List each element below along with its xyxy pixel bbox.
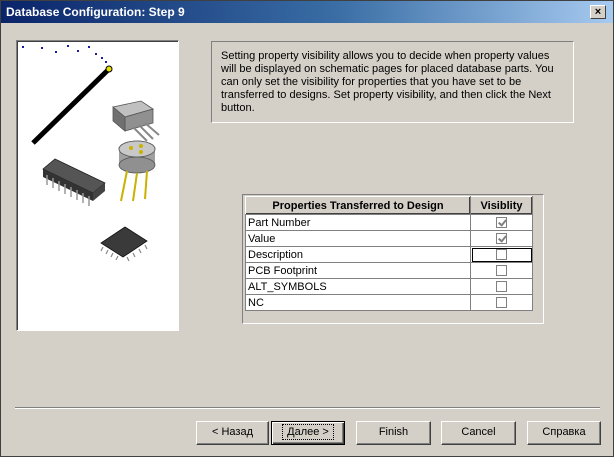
help-button-label: Справка [542, 426, 586, 438]
electronic-components-image [22, 45, 160, 262]
table-row[interactable]: NC [245, 294, 533, 311]
visibility-cell[interactable] [470, 262, 533, 279]
next-button-label: Далее > [282, 424, 334, 440]
checkbox-icon[interactable] [496, 265, 507, 277]
table-row[interactable]: ALT_SYMBOLS [245, 278, 533, 295]
property-name: NC [245, 294, 471, 311]
cancel-button[interactable]: Cancel [441, 421, 516, 445]
visibility-cell [470, 230, 533, 247]
back-button[interactable]: < Назад [196, 421, 269, 445]
visibility-cell[interactable] [470, 246, 533, 263]
help-button[interactable]: Справка [527, 421, 601, 445]
property-name: Part Number [245, 214, 471, 231]
checkbox-icon [496, 233, 507, 245]
visibility-cell[interactable] [470, 278, 533, 295]
back-button-label: < Назад [212, 426, 253, 438]
wizard-illustration [16, 40, 179, 331]
property-name: Value [245, 230, 471, 247]
checkbox-icon [496, 217, 507, 229]
finish-button-label: Finish [378, 426, 409, 438]
cancel-button-label: Cancel [461, 426, 496, 438]
table-row[interactable]: Description [245, 246, 533, 263]
finish-button[interactable]: Finish [356, 421, 431, 445]
visibility-cell [470, 214, 533, 231]
property-name: ALT_SYMBOLS [245, 278, 471, 295]
header-properties[interactable]: Properties Transferred to Design [245, 196, 471, 215]
wizard-window: Database Configuration: Step 9 × Setting… [0, 0, 614, 457]
checkbox-icon[interactable] [496, 281, 507, 293]
close-button[interactable]: × [590, 5, 606, 19]
table-row[interactable]: Part Number [245, 214, 533, 231]
close-icon: × [594, 6, 602, 18]
window-title: Database Configuration: Step 9 [6, 5, 185, 19]
property-name: PCB Footprint [245, 262, 471, 279]
info-box: Setting property visibility allows you t… [211, 41, 574, 123]
table-row[interactable]: PCB Footprint [245, 262, 533, 279]
title-bar[interactable]: Database Configuration: Step 9 × [1, 1, 613, 23]
properties-table: Properties Transferred to Design Visibli… [245, 196, 533, 311]
property-name: Description [245, 246, 471, 263]
header-visibility[interactable]: Visiblity [470, 196, 533, 215]
separator-line [15, 407, 600, 409]
properties-grid[interactable]: Properties Transferred to Design Visibli… [242, 194, 544, 324]
next-button[interactable]: Далее > [271, 421, 345, 445]
checkbox-icon[interactable] [496, 249, 507, 261]
info-text: Setting property visibility allows you t… [221, 50, 554, 114]
visibility-cell[interactable] [470, 294, 533, 311]
table-row[interactable]: Value [245, 230, 533, 247]
checkbox-icon[interactable] [496, 297, 507, 309]
